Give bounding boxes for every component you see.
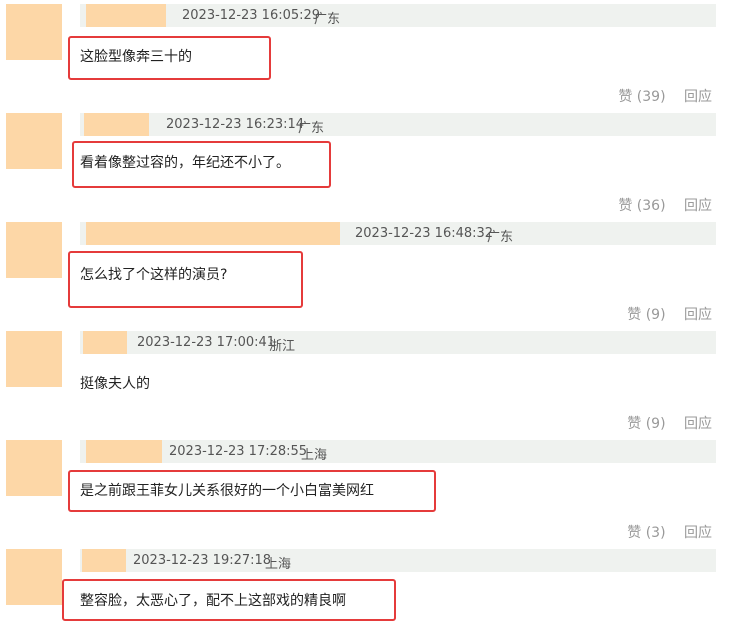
- comment-meta-bar: 2023-12-23 16:05:29 广东: [80, 4, 716, 27]
- comment-item: 2023-12-23 16:05:29 广东 这脸型像奔三十的 赞 (39) 回…: [0, 4, 740, 106]
- avatar[interactable]: [6, 113, 62, 169]
- comment-meta-bar: 2023-12-23 16:23:14 广东: [80, 113, 716, 136]
- avatar[interactable]: [6, 549, 62, 605]
- like-label: 赞: [627, 416, 642, 432]
- reply-button[interactable]: 回应: [684, 89, 712, 105]
- comment-location: 浙江: [269, 339, 296, 354]
- comment-actions: 赞 (9) 回应: [627, 304, 712, 324]
- comment-location: 广东: [298, 121, 325, 136]
- comment-time: 2023-12-23 19:27:18: [133, 553, 272, 568]
- like-label: 赞: [627, 525, 642, 541]
- avatar[interactable]: [6, 440, 62, 496]
- like-label: 赞: [618, 89, 633, 105]
- like-count: (9): [645, 416, 666, 432]
- username-redacted[interactable]: [84, 113, 149, 136]
- username-redacted[interactable]: [82, 549, 126, 572]
- comment-time: 2023-12-23 16:23:14: [166, 117, 305, 132]
- like-button[interactable]: 赞 (39): [618, 89, 665, 105]
- comment-text: 这脸型像奔三十的: [80, 49, 192, 65]
- comment-item: 2023-12-23 17:28:55 上海 是之前跟王菲女儿关系很好的一个小白…: [0, 440, 740, 542]
- comment-item: 2023-12-23 19:27:18 上海 整容脸，太恶心了，配不上这部戏的精…: [0, 549, 740, 632]
- like-button[interactable]: 赞 (9): [627, 416, 665, 432]
- comment-meta-bar: 2023-12-23 17:28:55 上海: [80, 440, 716, 463]
- comment-time: 2023-12-23 17:00:41: [137, 335, 276, 350]
- like-label: 赞: [627, 307, 642, 323]
- username-redacted[interactable]: [86, 222, 340, 245]
- comment-location: 上海: [301, 448, 328, 463]
- comment-text: 挺像夫人的: [80, 376, 150, 392]
- comment-time: 2023-12-23 16:05:29: [182, 8, 321, 23]
- like-label: 赞: [618, 198, 633, 214]
- avatar[interactable]: [6, 222, 62, 278]
- comment-item: 2023-12-23 17:00:41 浙江 挺像夫人的 赞 (9) 回应: [0, 331, 740, 433]
- comment-item: 2023-12-23 16:23:14 广东 看着像整过容的，年纪还不小了。 赞…: [0, 113, 740, 215]
- like-button[interactable]: 赞 (3): [627, 525, 665, 541]
- reply-button[interactable]: 回应: [684, 307, 712, 323]
- comment-item: 2023-12-23 16:48:32 广东 怎么找了个这样的演员? 赞 (9)…: [0, 222, 740, 324]
- like-button[interactable]: 赞 (9): [627, 307, 665, 323]
- comment-actions: 赞 (39) 回应: [618, 86, 712, 106]
- comment-text: 看着像整过容的，年纪还不小了。: [80, 155, 290, 171]
- comment-actions: 赞 (3) 回应: [627, 522, 712, 542]
- like-count: (3): [645, 525, 666, 541]
- reply-button[interactable]: 回应: [684, 198, 712, 214]
- comment-text: 是之前跟王菲女儿关系很好的一个小白富美网红: [80, 483, 374, 499]
- like-count: (39): [636, 89, 666, 105]
- like-count: (36): [636, 198, 666, 214]
- username-redacted[interactable]: [86, 4, 166, 27]
- comment-time: 2023-12-23 16:48:32: [355, 226, 494, 241]
- comment-time: 2023-12-23 17:28:55: [169, 444, 308, 459]
- avatar[interactable]: [6, 331, 62, 387]
- comment-location: 上海: [265, 557, 292, 572]
- comment-text: 整容脸，太恶心了，配不上这部戏的精良啊: [80, 593, 346, 609]
- reply-button[interactable]: 回应: [684, 416, 712, 432]
- comment-location: 广东: [487, 230, 514, 245]
- like-count: (9): [645, 307, 666, 323]
- like-button[interactable]: 赞 (36): [618, 198, 665, 214]
- comment-meta-bar: 2023-12-23 16:48:32 广东: [80, 222, 716, 245]
- comment-meta-bar: 2023-12-23 19:27:18 上海: [80, 549, 716, 572]
- comment-meta-bar: 2023-12-23 17:00:41 浙江: [80, 331, 716, 354]
- comment-actions: 赞 (9) 回应: [627, 413, 712, 433]
- comment-text: 怎么找了个这样的演员?: [80, 267, 228, 283]
- comment-location: 广东: [314, 12, 341, 27]
- comment-actions: 赞 (36) 回应: [618, 195, 712, 215]
- reply-button[interactable]: 回应: [684, 525, 712, 541]
- username-redacted[interactable]: [86, 440, 162, 463]
- avatar[interactable]: [6, 4, 62, 60]
- username-redacted[interactable]: [83, 331, 127, 354]
